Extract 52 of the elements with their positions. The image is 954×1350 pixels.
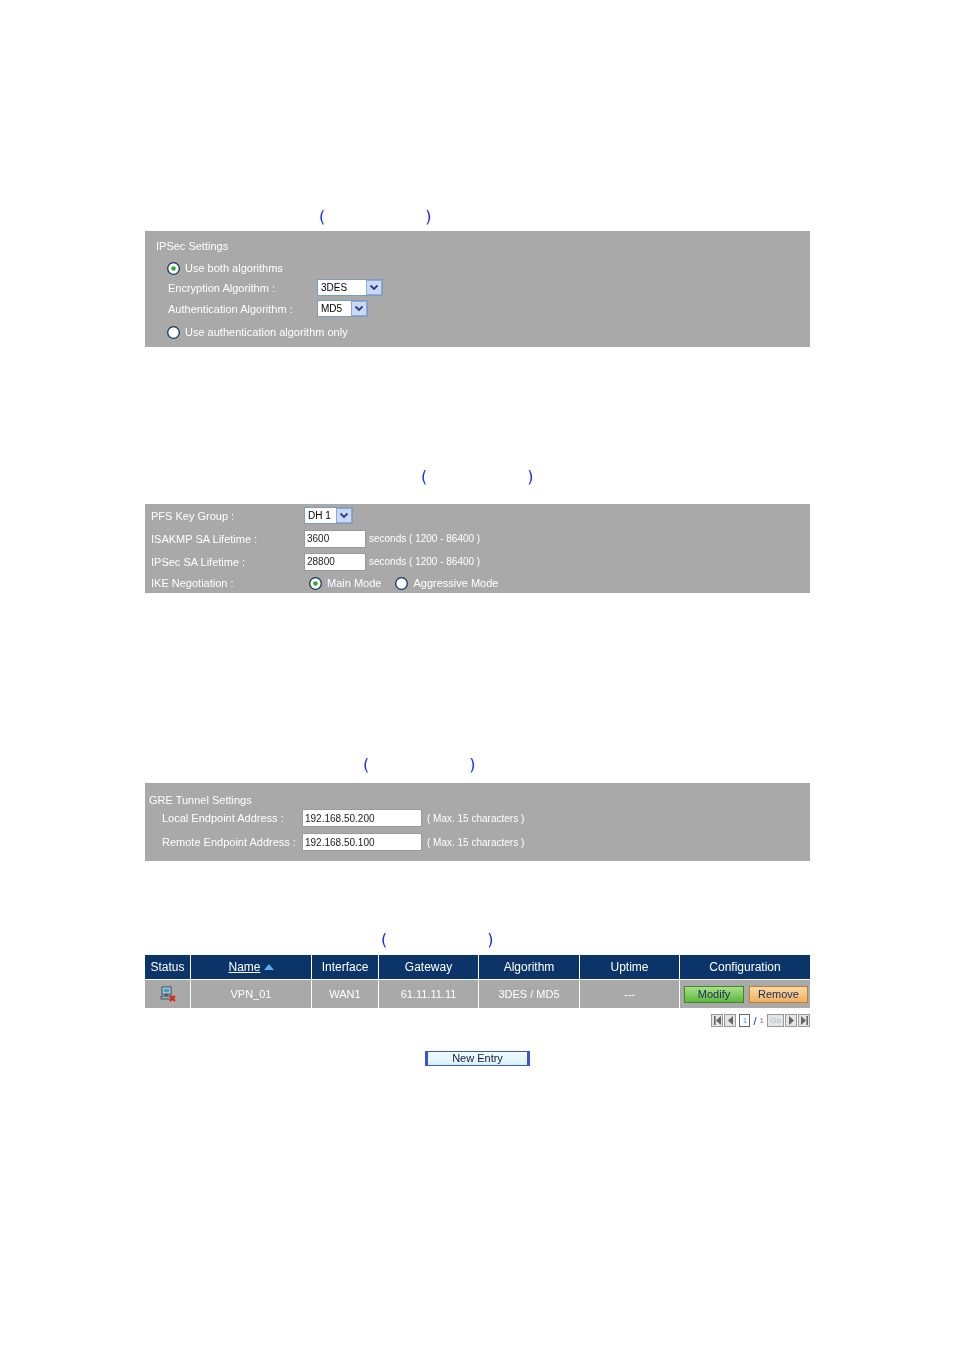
column-header: Configuration xyxy=(680,955,810,979)
range-hint: seconds ( 1200 - 86400 ) xyxy=(369,556,481,567)
column-header: Algorithm xyxy=(479,955,579,979)
table-cell: 61.11.11.11 xyxy=(379,980,478,1008)
field-label: Encryption Algorithm : xyxy=(168,281,276,294)
text-field[interactable]: 3600 xyxy=(304,529,366,548)
radio-button-icon[interactable] xyxy=(309,576,322,590)
field-label: ISAKMP SA Lifetime : xyxy=(151,532,259,545)
radio-button-icon[interactable] xyxy=(167,261,180,275)
caption-parenthesis: ( xyxy=(381,932,388,948)
length-hint: ( Max. 15 characters ) xyxy=(427,812,525,824)
dropdown[interactable]: 3DES xyxy=(317,279,383,296)
panel-title: GRE Tunnel Settings xyxy=(148,793,253,807)
caption-parenthesis: ) xyxy=(527,469,534,485)
caption-parenthesis: ( xyxy=(319,209,326,225)
caption-parenthesis: ( xyxy=(363,757,370,773)
column-header: Interface xyxy=(312,955,378,979)
radio-button-icon[interactable] xyxy=(167,325,180,339)
field-label: IPSec SA Lifetime : xyxy=(151,555,247,568)
table-cell: WAN1 xyxy=(312,980,378,1008)
field-label: Remote Endpoint Address : xyxy=(162,836,297,848)
field-label: PFS Key Group : xyxy=(151,509,236,522)
modify-button[interactable]: Modify xyxy=(684,985,744,1003)
panel-title: IPSec Settings xyxy=(155,239,230,253)
caption-parenthesis: ) xyxy=(469,757,476,773)
field-label: IKE Negotiation : xyxy=(151,577,235,589)
table-cell: 3DES / MD5 xyxy=(479,980,579,1008)
table-cell: VPN_01 xyxy=(191,980,311,1008)
column-header: Gateway xyxy=(379,955,478,979)
remove-button[interactable]: Remove xyxy=(749,985,808,1003)
sort-link[interactable]: Name xyxy=(228,960,261,974)
caption-parenthesis: ) xyxy=(487,932,494,948)
dropdown[interactable]: MD5 xyxy=(317,300,368,317)
field-label: Local Endpoint Address : xyxy=(162,812,285,824)
text-field[interactable]: 192.168.50.200 xyxy=(302,809,422,827)
caption-parenthesis: ( xyxy=(421,469,428,485)
field-label: Authentication Algorithm : xyxy=(168,302,294,315)
page-separator: / xyxy=(753,1014,757,1027)
page-total: 1 xyxy=(759,1016,764,1025)
sort-up-icon[interactable] xyxy=(263,964,274,970)
length-hint: ( Max. 15 characters ) xyxy=(427,836,525,848)
radio-button-icon[interactable] xyxy=(395,576,409,590)
text-field[interactable]: 28800 xyxy=(304,552,366,571)
text-field[interactable]: 192.168.50.100 xyxy=(302,833,422,851)
caption-parenthesis: ) xyxy=(425,209,432,225)
range-hint: seconds ( 1200 - 86400 ) xyxy=(369,533,481,544)
column-header: Status xyxy=(145,955,190,979)
table-cell: --- xyxy=(580,980,679,1008)
column-header: Uptime xyxy=(580,955,679,979)
page-number-field[interactable]: 1 xyxy=(739,1014,751,1027)
dropdown[interactable]: DH 1 xyxy=(304,507,353,524)
new-entry-button[interactable]: New Entry xyxy=(425,1051,530,1066)
